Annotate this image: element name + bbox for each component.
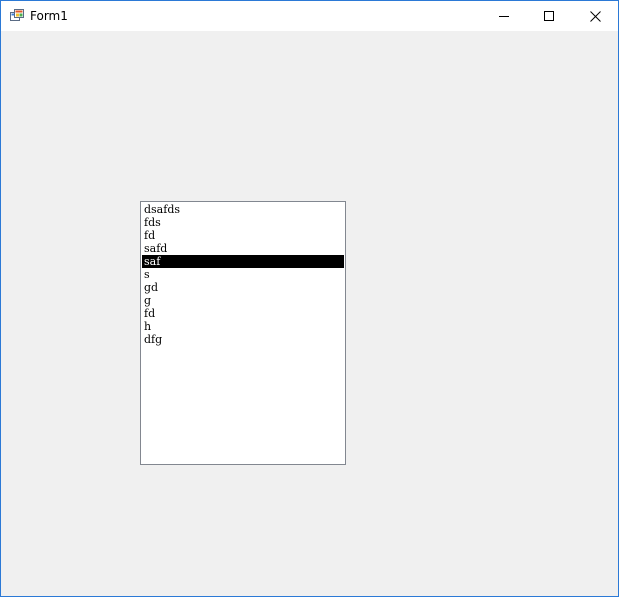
maximize-button[interactable]	[526, 1, 572, 31]
window-title: Form1	[30, 9, 68, 23]
list-box[interactable]: dsafds fds fd safd saf s gd g fd h dfg	[140, 201, 346, 465]
list-item[interactable]: g	[142, 294, 344, 307]
form1-window: Form1 dsafds fds fd safd saf s gd g fd h dfg	[0, 0, 619, 597]
title-bar[interactable]: Form1	[1, 1, 618, 31]
list-item[interactable]: fd	[142, 307, 344, 320]
list-item[interactable]: fds	[142, 216, 344, 229]
list-item[interactable]: fd	[142, 229, 344, 242]
minimize-button[interactable]	[481, 1, 527, 31]
list-item[interactable]: s	[142, 268, 344, 281]
close-button[interactable]	[572, 1, 618, 31]
maximize-icon	[544, 11, 554, 21]
minimize-icon	[499, 16, 509, 17]
list-item[interactable]: safd	[142, 242, 344, 255]
list-item[interactable]: dsafds	[142, 203, 344, 216]
list-item[interactable]: h	[142, 320, 344, 333]
close-icon	[589, 10, 601, 22]
list-item[interactable]: dfg	[142, 333, 344, 346]
form-client-area: dsafds fds fd safd saf s gd g fd h dfg	[1, 31, 618, 596]
list-box-items: dsafds fds fd safd saf s gd g fd h dfg	[141, 202, 345, 346]
list-item-selected[interactable]: saf	[142, 255, 344, 268]
winforms-app-icon	[10, 9, 24, 21]
list-item[interactable]: gd	[142, 281, 344, 294]
